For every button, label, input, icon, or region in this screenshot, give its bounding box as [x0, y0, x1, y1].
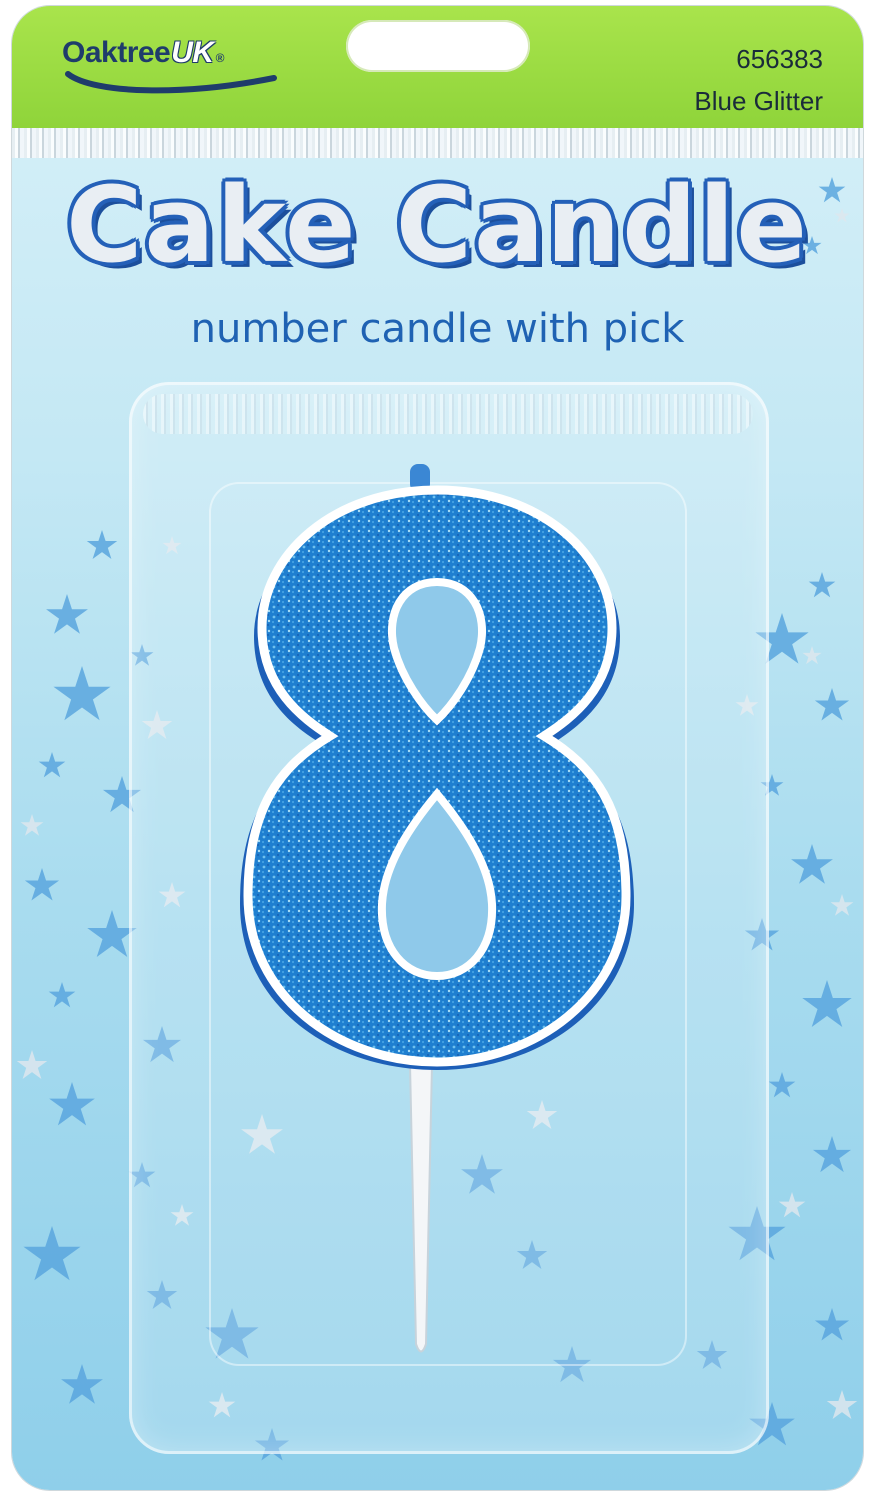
- headline: Cake Candle: [66, 164, 809, 286]
- blister-glitter-band: [143, 394, 753, 434]
- candle-figure: [240, 464, 634, 1353]
- brand-swoosh-icon: [65, 71, 277, 94]
- registered-mark: ®: [215, 51, 225, 65]
- subtitle: number candle with pick: [190, 306, 685, 352]
- product-code: 656383: [736, 44, 823, 74]
- product-variant: Blue Glitter: [694, 86, 823, 116]
- brand-name: Oaktree: [62, 36, 171, 69]
- candle-pick: [408, 1063, 434, 1353]
- candle-numeral: [240, 485, 634, 1070]
- packaging-card: Oaktree UK ® 656383 Blue Glitter Cake Cand…: [12, 6, 863, 1490]
- brand-suffix: UK: [171, 36, 214, 69]
